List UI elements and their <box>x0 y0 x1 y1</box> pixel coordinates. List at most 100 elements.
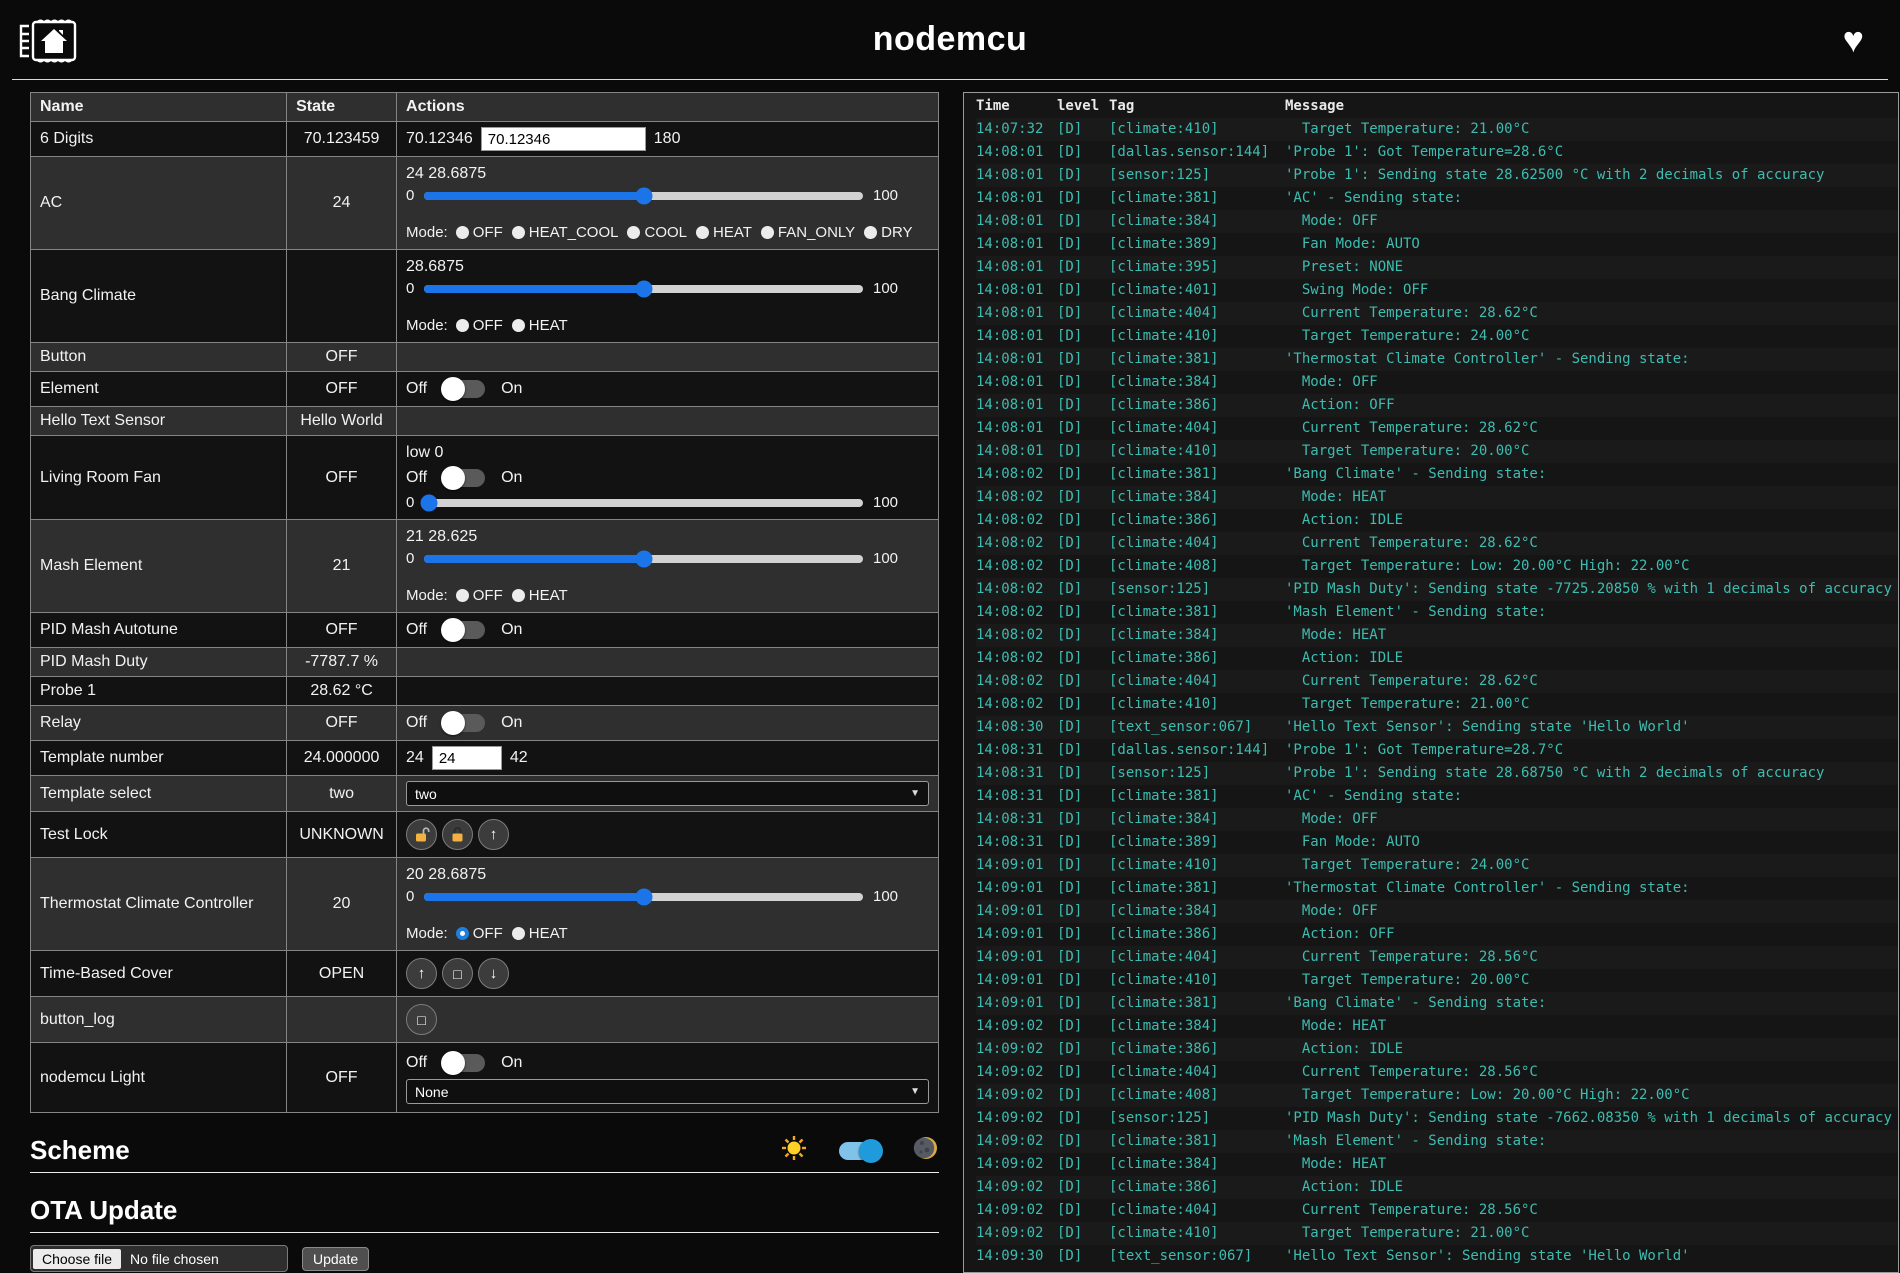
log-message: 'Probe 1': Sending state 28.62500 °C wit… <box>1285 164 1898 187</box>
mode-label: Mode: <box>406 925 448 942</box>
log-tag: [climate:381] <box>1109 992 1285 1015</box>
log-time: 14:08:02 <box>976 693 1057 716</box>
entity-state: 70.123459 <box>287 122 397 157</box>
table-row: Thermostat Climate Controller 20 20 28.6… <box>31 858 939 951</box>
scheme-toggle[interactable] <box>839 1142 881 1160</box>
entity-name: AC <box>31 157 287 250</box>
press-button[interactable]: □ <box>406 1004 437 1035</box>
fan-toggle[interactable] <box>443 469 485 487</box>
log-row: 14:09:02[D][climate:386] Action: IDLE <box>976 1038 1898 1061</box>
mode-radio-heat[interactable]: HEAT <box>512 317 568 334</box>
log-time: 14:09:02 <box>976 1084 1057 1107</box>
log-message: Mode: HEAT <box>1285 1015 1898 1038</box>
entity-state: OFF <box>287 372 397 407</box>
toggle-knob <box>441 618 465 642</box>
log-row: 14:08:01[D][climate:404] Current Tempera… <box>976 302 1898 325</box>
mode-radio-off[interactable]: OFF <box>456 925 503 942</box>
log-message: Action: IDLE <box>1285 509 1898 532</box>
cover-open-button[interactable]: ↑ <box>406 958 437 989</box>
log-message: 'Probe 1': Sending state 28.68750 °C wit… <box>1285 762 1898 785</box>
radio-icon <box>864 226 877 239</box>
log-row: 14:09:02[D][climate:381]'Mash Element' -… <box>976 1130 1898 1153</box>
number-input[interactable] <box>481 127 646 151</box>
log-row: 14:08:31[D][dallas.sensor:144]'Probe 1':… <box>976 739 1898 762</box>
log-message: 'Thermostat Climate Controller' - Sendin… <box>1285 348 1898 371</box>
mode-radio-cool[interactable]: COOL <box>627 224 687 241</box>
log-level: [D] <box>1057 946 1109 969</box>
log-tag: [climate:410] <box>1109 118 1285 141</box>
log-message: Mode: OFF <box>1285 900 1898 923</box>
slider-max-label: 100 <box>873 550 898 567</box>
log-level: [D] <box>1057 1199 1109 1222</box>
log-row: 14:08:01[D][dallas.sensor:144]'Probe 1':… <box>976 141 1898 164</box>
log-row: 14:08:02[D][climate:384] Mode: HEAT <box>976 624 1898 647</box>
mode-radio-fan-only[interactable]: FAN_ONLY <box>761 224 855 241</box>
log-row: 14:08:01[D][climate:384] Mode: OFF <box>976 210 1898 233</box>
light-effect-dropdown[interactable]: None ▼ <box>406 1079 929 1104</box>
entity-state: 24.000000 <box>287 741 397 776</box>
radio-icon <box>456 589 469 602</box>
choose-file-button[interactable]: Choose file <box>33 1249 121 1269</box>
log-level: [D] <box>1057 992 1109 1015</box>
climate-value-label: 28.6875 <box>406 258 929 276</box>
log-row: 14:08:01[D][climate:389] Fan Mode: AUTO <box>976 233 1898 256</box>
lock-open-arrow-button[interactable]: ↑ <box>478 819 509 850</box>
switch-toggle[interactable] <box>443 714 485 732</box>
select-dropdown[interactable]: two ▼ <box>406 781 929 806</box>
mode-radio-dry[interactable]: DRY <box>864 224 912 241</box>
entities-table: Name State Actions 6 Digits 70.123459 70… <box>30 92 939 1113</box>
log-message: Action: OFF <box>1285 394 1898 417</box>
light-toggle[interactable] <box>443 1054 485 1072</box>
entity-name: PID Mash Duty <box>31 648 287 677</box>
log-level: [D] <box>1057 831 1109 854</box>
unlock-button[interactable] <box>406 819 437 850</box>
log-row: 14:08:02[D][climate:381]'Bang Climate' -… <box>976 463 1898 486</box>
target-temperature-slider[interactable] <box>424 555 863 563</box>
log-tag: [climate:410] <box>1109 693 1285 716</box>
log-row: 14:09:02[D][climate:384] Mode: HEAT <box>976 1015 1898 1038</box>
esphome-chip-logo-icon[interactable] <box>17 12 85 75</box>
log-row: 14:09:02[D][climate:404] Current Tempera… <box>976 1199 1898 1222</box>
cover-stop-button[interactable]: □ <box>442 958 473 989</box>
firmware-file-input[interactable]: Choose file No file chosen <box>30 1245 288 1272</box>
target-temperature-slider[interactable] <box>424 285 863 293</box>
fan-speed-slider[interactable] <box>424 499 863 507</box>
divider <box>30 1232 939 1233</box>
log-tag: [climate:381] <box>1109 1130 1285 1153</box>
log-level: [D] <box>1057 762 1109 785</box>
update-button[interactable]: Update <box>302 1247 369 1271</box>
heart-icon[interactable]: ♥ <box>1843 22 1864 58</box>
log-level: [D] <box>1057 394 1109 417</box>
switch-toggle[interactable] <box>443 621 485 639</box>
log-row: 14:09:02[D][climate:404] Current Tempera… <box>976 1061 1898 1084</box>
mode-radio-off[interactable]: OFF <box>456 224 503 241</box>
entity-name: 6 Digits <box>31 122 287 157</box>
log-time: 14:08:02 <box>976 555 1057 578</box>
log-row: 14:09:01[D][climate:381]'Thermostat Clim… <box>976 877 1898 900</box>
mode-radio-heat[interactable]: HEAT <box>512 587 568 604</box>
mode-radio-off[interactable]: OFF <box>456 317 503 334</box>
switch-toggle[interactable] <box>443 380 485 398</box>
select-value: None <box>415 1084 448 1100</box>
target-temperature-slider[interactable] <box>424 893 863 901</box>
mode-radio-off[interactable]: OFF <box>456 587 503 604</box>
log-tag: [climate:384] <box>1109 1153 1285 1176</box>
toggle-off-label: Off <box>406 469 427 487</box>
log-tag: [climate:384] <box>1109 900 1285 923</box>
lock-button[interactable] <box>442 819 473 850</box>
page-title: nodemcu <box>12 20 1888 59</box>
target-temperature-slider[interactable] <box>424 192 863 200</box>
entity-name: PID Mash Autotune <box>31 613 287 648</box>
log-level: [D] <box>1057 1245 1109 1268</box>
number-input[interactable] <box>432 746 502 770</box>
log-time: 14:08:02 <box>976 647 1057 670</box>
mode-radio-heat[interactable]: HEAT <box>512 925 568 942</box>
entity-name: Time-Based Cover <box>31 951 287 997</box>
log-level: [D] <box>1057 969 1109 992</box>
log-message: 'Probe 1': Got Temperature=28.6°C <box>1285 141 1898 164</box>
mode-radio-heat-cool[interactable]: HEAT_COOL <box>512 224 619 241</box>
mode-radio-heat[interactable]: HEAT <box>696 224 752 241</box>
log-message: Swing Mode: OFF <box>1285 279 1898 302</box>
cover-close-button[interactable]: ↓ <box>478 958 509 989</box>
log-tag: [climate:389] <box>1109 233 1285 256</box>
